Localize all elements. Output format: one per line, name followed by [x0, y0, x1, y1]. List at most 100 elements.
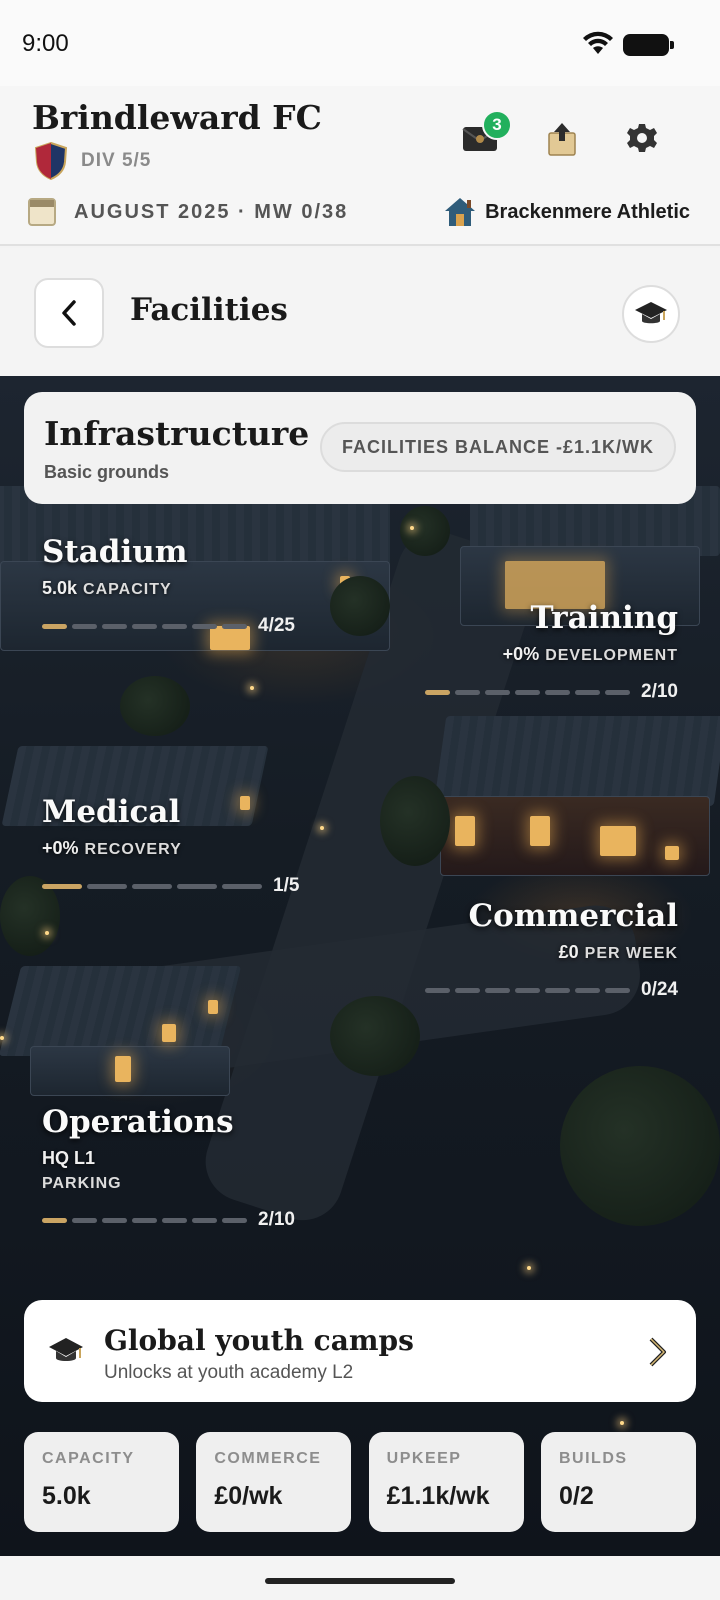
opponent-name: Brackenmere Athletic — [485, 200, 690, 223]
youth-camps-subtitle: Unlocks at youth academy L2 — [104, 1362, 354, 1383]
page-title: Facilities — [130, 292, 288, 328]
progress-segment — [162, 623, 187, 629]
progress-segment — [605, 987, 631, 993]
facility-value: HQ L1 — [42, 1148, 96, 1168]
progress-segment — [545, 987, 571, 993]
facility-level: 0/24 — [641, 979, 678, 1000]
stat-value: 0/2 — [558, 1482, 594, 1510]
wifi-icon — [583, 31, 613, 54]
progress-segment — [177, 883, 217, 889]
progress-segment — [102, 1217, 127, 1223]
chevron-right-icon — [649, 1337, 666, 1367]
progress-segment — [515, 987, 541, 993]
lamp — [320, 826, 324, 830]
progress-segment — [132, 1217, 157, 1223]
lit-window — [455, 816, 475, 846]
battery-icon — [623, 34, 674, 56]
stat-label: UPKEEP — [386, 1450, 462, 1467]
lit-window — [115, 1056, 131, 1082]
tree — [560, 1066, 720, 1226]
tree — [330, 576, 390, 636]
facility-level: 2/10 — [258, 1209, 295, 1230]
infrastructure-title: Infrastructure — [44, 414, 310, 453]
facility-name: Commercial — [468, 898, 678, 934]
facility-commercial[interactable]: Commercial £0 PER WEEK 0/24 — [425, 898, 678, 1001]
progress-segments — [42, 883, 267, 889]
facility-stadium[interactable]: Stadium 5.0k CAPACITY 4/25 — [42, 534, 295, 637]
progress-segment — [605, 689, 631, 695]
facility-stat: +0% RECOVERY — [42, 838, 299, 859]
progress-segment — [42, 623, 67, 629]
progress-segment — [102, 623, 127, 629]
progress-segment — [42, 883, 82, 889]
progress-segment — [192, 1217, 217, 1223]
upload-button[interactable] — [540, 116, 584, 160]
facilities-balance-pill[interactable]: FACILITIES BALANCE -£1.1K/WK — [319, 422, 676, 472]
facility-operations[interactable]: Operations HQ L1 PARKING 2/10 — [42, 1104, 295, 1231]
progress-segment — [42, 1217, 67, 1223]
progress-segment — [425, 987, 451, 993]
progress-segment — [545, 689, 571, 695]
stat-label: BUILDS — [558, 1450, 628, 1467]
operations-building — [0, 966, 242, 1056]
season-date: AUGUST 2025 · MW 0/38 — [74, 200, 349, 223]
stat-commerce: COMMERCE £0/wk — [196, 1432, 352, 1532]
date-row: AUGUST 2025 · MW 0/38 — [28, 198, 348, 226]
tree — [120, 676, 190, 736]
facility-unit: PARKING — [42, 1175, 122, 1192]
commercial-building — [433, 716, 720, 806]
facility-unit: RECOVERY — [84, 841, 182, 858]
progress-segment — [162, 1217, 187, 1223]
facility-stat: £0 PER WEEK — [425, 942, 678, 963]
page-title-bar: Facilities — [0, 248, 720, 376]
home-indicator[interactable] — [265, 1578, 455, 1584]
facility-progress: 2/10 — [425, 681, 678, 703]
lamp — [0, 1036, 4, 1040]
stat-value: £1.1k/wk — [386, 1482, 490, 1510]
chevron-left-icon — [62, 300, 76, 326]
facility-progress: 0/24 — [425, 979, 678, 1001]
facilities-map: Infrastructure Basic grounds FACILITIES … — [0, 376, 720, 1556]
infrastructure-subtitle: Basic grounds — [44, 462, 170, 482]
lamp — [250, 686, 254, 690]
facility-unit: CAPACITY — [83, 581, 172, 598]
progress-segment — [87, 883, 127, 889]
stat-upkeep: UPKEEP £1.1k/wk — [368, 1432, 524, 1532]
status-time: 9:00 — [22, 30, 69, 57]
progress-segments — [425, 987, 635, 993]
youth-academy-button[interactable] — [622, 285, 680, 343]
facility-name: Stadium — [42, 534, 188, 570]
lamp — [45, 931, 49, 935]
progress-segment — [192, 623, 217, 629]
club-name: Brindleward FC — [32, 98, 322, 137]
graduation-cap-icon — [635, 302, 667, 324]
facility-value: +0% — [42, 838, 79, 858]
back-button[interactable] — [34, 278, 104, 348]
next-opponent[interactable]: Brackenmere Athletic — [443, 196, 690, 228]
facility-unit: PER WEEK — [584, 945, 678, 962]
stat-label: CAPACITY — [42, 1450, 135, 1467]
facility-progress: 2/10 — [42, 1209, 295, 1231]
progress-segments — [425, 689, 635, 695]
status-bar: 9:00 — [0, 0, 720, 86]
progress-segment — [485, 987, 511, 993]
facility-training[interactable]: Training +0% DEVELOPMENT 2/10 — [425, 600, 678, 703]
stat-builds: BUILDS 0/2 — [540, 1432, 696, 1532]
lamp — [410, 526, 414, 530]
progress-segment — [222, 623, 247, 629]
progress-segments — [42, 623, 252, 629]
division-label: DIV 5/5 — [81, 150, 152, 171]
commercial-facade — [440, 796, 710, 876]
facility-name: Operations — [42, 1104, 234, 1140]
facility-value: +0% — [502, 644, 540, 664]
settings-button[interactable] — [620, 116, 664, 160]
progress-segment — [132, 623, 157, 629]
facility-name: Training — [530, 600, 678, 636]
youth-camps-card[interactable]: Global youth camps Unlocks at youth acad… — [24, 1300, 696, 1402]
summary-stats: CAPACITY 5.0k COMMERCE £0/wk UPKEEP £1.1… — [24, 1432, 696, 1532]
facility-value: 5.0k — [42, 578, 78, 598]
facility-medical[interactable]: Medical +0% RECOVERY 1/5 — [42, 794, 299, 897]
facility-name: Medical — [42, 794, 181, 830]
tree — [400, 506, 450, 556]
lit-window — [162, 1024, 176, 1042]
